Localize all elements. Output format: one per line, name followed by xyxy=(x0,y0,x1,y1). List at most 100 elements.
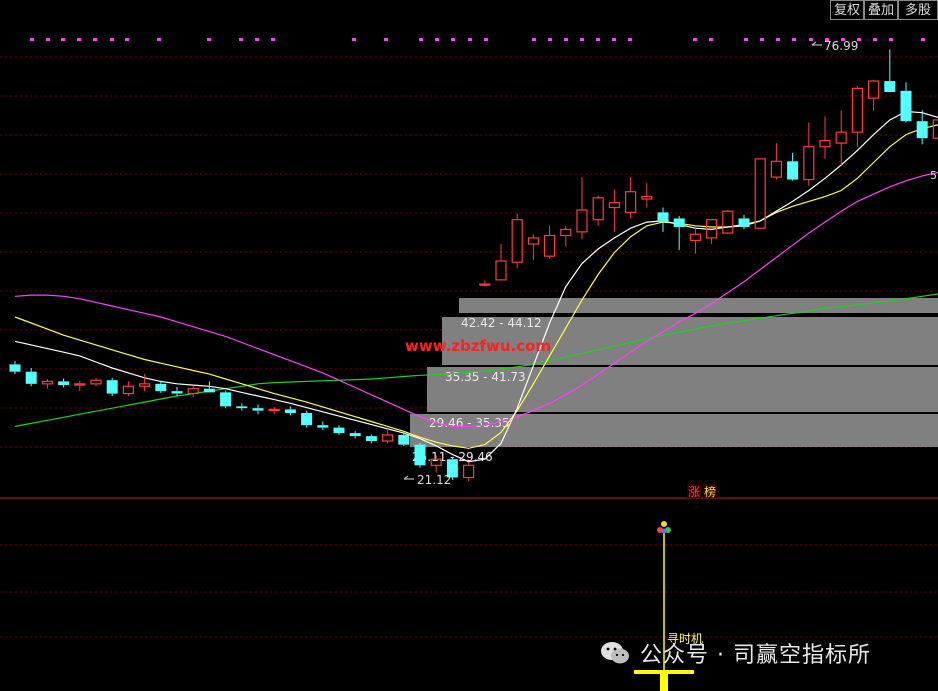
candle-body xyxy=(900,90,912,122)
badge-bang: 榜 xyxy=(704,484,716,499)
low-price-marker: 21.12 xyxy=(403,473,451,487)
candle-53 xyxy=(867,79,880,111)
candle-30 xyxy=(495,244,507,281)
candle-21 xyxy=(349,431,361,439)
marker-dot xyxy=(628,38,632,41)
candle-15 xyxy=(252,404,264,415)
candle-body xyxy=(414,444,426,466)
zone-label-0: 42.42 - 44.12 xyxy=(461,316,542,330)
candle-4 xyxy=(74,380,86,392)
candle-body xyxy=(25,371,37,384)
candle-54 xyxy=(884,49,896,92)
candle-body xyxy=(495,260,507,281)
candle-body xyxy=(608,202,621,209)
marker-dot xyxy=(419,38,423,41)
marker-dot xyxy=(548,38,552,41)
candle-body xyxy=(641,195,653,200)
candle-body xyxy=(203,388,215,393)
candle-32 xyxy=(527,234,540,260)
diejia-button[interactable]: 叠加 xyxy=(864,0,898,20)
marker-dot xyxy=(921,38,925,41)
candle-body xyxy=(754,158,766,229)
marker-dot xyxy=(352,38,356,41)
candle-body xyxy=(220,392,232,407)
candle-body xyxy=(301,413,313,426)
candle-31 xyxy=(511,213,523,269)
marker-dot xyxy=(61,38,65,41)
candle-23 xyxy=(382,428,394,444)
site-watermark: www.zbzfwu.com xyxy=(405,337,551,355)
candle-44 xyxy=(722,209,734,235)
candle-46 xyxy=(754,158,766,229)
candle-24 xyxy=(398,433,410,446)
candle-0 xyxy=(9,360,21,375)
candle-body xyxy=(479,283,491,286)
marker-dot xyxy=(612,38,616,41)
marker-dot xyxy=(760,38,764,41)
candle-body xyxy=(803,146,815,181)
marker-dot xyxy=(596,38,600,41)
candle-6 xyxy=(106,377,118,396)
top-marker-dots xyxy=(30,38,925,41)
marker-dot xyxy=(744,38,748,41)
signal-bar-top xyxy=(634,670,694,674)
candle-55 xyxy=(900,82,912,123)
candle-52 xyxy=(851,85,864,147)
candle-34 xyxy=(560,225,572,247)
marker-dot xyxy=(271,38,275,41)
candle-body xyxy=(511,219,523,263)
candle-body xyxy=(122,385,135,395)
marker-dot xyxy=(468,38,472,41)
candle-40 xyxy=(657,207,669,232)
marker-dot xyxy=(30,38,34,41)
marker-dot xyxy=(93,38,97,41)
candle-body xyxy=(317,425,329,428)
limit-up-badge: 涨 榜 xyxy=(687,484,717,499)
candle-49 xyxy=(803,122,815,186)
candle-33 xyxy=(543,225,556,259)
marker-dot xyxy=(532,38,536,41)
marker-dot xyxy=(776,38,780,41)
candle-body xyxy=(268,408,280,412)
candle-11 xyxy=(187,385,199,398)
marker-dot xyxy=(255,38,259,41)
candle-51 xyxy=(835,110,847,165)
zone-label-2: 29.46 - 35.35 xyxy=(429,416,510,430)
candle-body xyxy=(624,191,637,213)
candle-10 xyxy=(171,386,183,396)
candle-body xyxy=(787,161,799,180)
candle-body xyxy=(835,131,847,144)
pressure-zones: 42.42 - 44.1235.35 - 41.7329.46 - 35.352… xyxy=(410,298,938,464)
candle-28 xyxy=(463,461,475,482)
duogu-button[interactable]: 多股 xyxy=(898,0,938,20)
candle-35 xyxy=(576,177,588,240)
candle-body xyxy=(689,233,702,241)
stock-chart: 42.42 - 44.12 35.35 - 41.73 29.46 - 35.35 2… xyxy=(0,38,938,691)
candle-2 xyxy=(41,378,54,389)
candle-body xyxy=(884,81,896,92)
footer-watermark-text: 公众号 · 司赢空指标所 xyxy=(640,643,871,668)
candle-3 xyxy=(58,378,70,388)
candle-9 xyxy=(155,381,167,393)
marker-dot xyxy=(77,38,81,41)
marker-dot xyxy=(484,38,488,41)
candle-body xyxy=(657,212,669,223)
candle-25 xyxy=(414,442,426,468)
marker-dot xyxy=(46,38,50,41)
candle-body xyxy=(819,140,831,148)
footer-watermark: 公众号 · 司赢空指标所 xyxy=(600,636,871,670)
marker-dot xyxy=(693,38,697,41)
candle-body xyxy=(543,234,556,257)
candle-body xyxy=(155,383,167,392)
marker-dot xyxy=(125,38,129,41)
high-price-label: 76.99 xyxy=(824,39,858,53)
candle-18 xyxy=(301,410,313,428)
low-price-label: 21.12 xyxy=(417,473,451,487)
candle-19 xyxy=(317,421,329,431)
fuquan-button[interactable]: 复权 xyxy=(830,0,864,20)
candle-37 xyxy=(608,189,621,232)
signal-flower-icon xyxy=(657,521,671,534)
candle-body xyxy=(398,434,410,445)
candle-body xyxy=(722,210,734,234)
candle-body xyxy=(851,87,864,133)
